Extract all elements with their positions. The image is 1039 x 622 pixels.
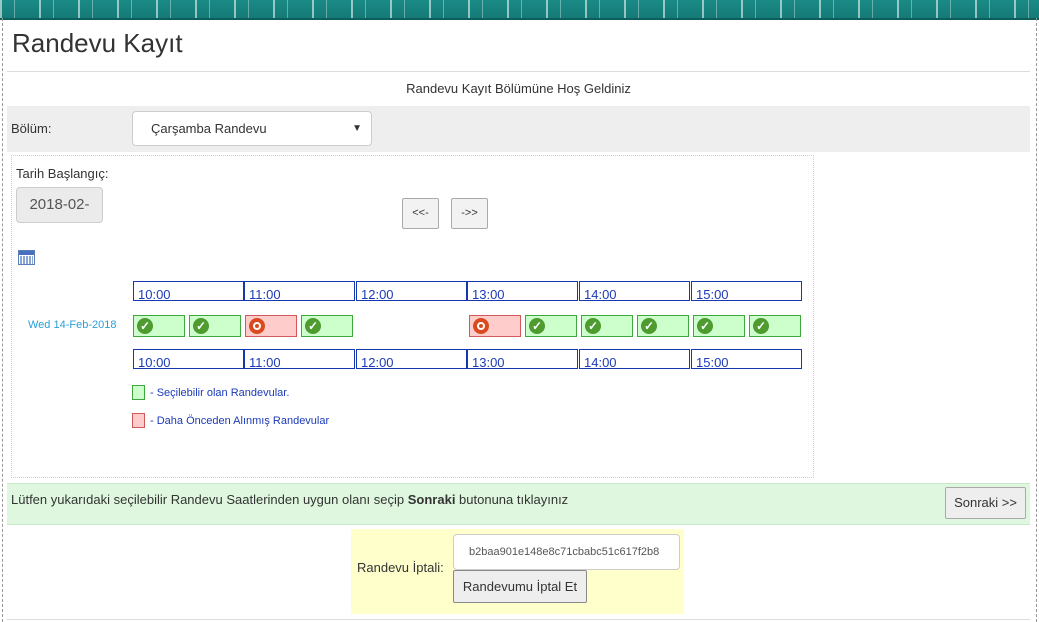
info-text: Lütfen yukarıdaki seçilebilir Randevu Sa…: [11, 492, 568, 507]
check-icon: ✓: [753, 318, 769, 334]
hour-top-1300[interactable]: 13:00: [467, 281, 578, 301]
hour-top-1000[interactable]: 10:00: [133, 281, 244, 301]
hour-bottom-1100[interactable]: 11:00: [244, 349, 355, 369]
prev-week-button[interactable]: <<-: [402, 198, 439, 229]
check-icon: ✓: [641, 318, 657, 334]
cancel-appointment-button[interactable]: Randevumu İptal Et: [453, 570, 587, 603]
slot-available[interactable]: ✓: [749, 315, 801, 337]
check-icon: ✓: [697, 318, 713, 334]
info-text-end: butonuna tıklayınız: [455, 492, 569, 507]
slot-available[interactable]: ✓: [525, 315, 577, 337]
check-icon: ✓: [137, 318, 153, 334]
info-text-start: Lütfen yukarıdaki seçilebilir Randevu Sa…: [11, 492, 408, 507]
hour-bottom-1400[interactable]: 14:00: [579, 349, 690, 369]
cancel-label: Randevu İptali:: [357, 560, 444, 575]
check-icon: ✓: [529, 318, 545, 334]
page-title: Randevu Kayıt: [12, 28, 183, 58]
blocked-icon: [249, 318, 265, 334]
next-week-button[interactable]: ->>: [451, 198, 488, 229]
hour-top-1400[interactable]: 14:00: [579, 281, 690, 301]
divider: [7, 619, 1030, 620]
blocked-icon: [473, 318, 489, 334]
check-icon: ✓: [193, 318, 209, 334]
hour-top-1100[interactable]: 11:00: [244, 281, 355, 301]
legend-taken-swatch: [132, 413, 145, 428]
hour-top-1500[interactable]: 15:00: [691, 281, 802, 301]
header-banner: [0, 0, 1039, 20]
slot-available[interactable]: ✓: [301, 315, 353, 337]
hour-bottom-1200[interactable]: 12:00: [356, 349, 467, 369]
slot-available[interactable]: ✓: [637, 315, 689, 337]
slot-available[interactable]: ✓: [189, 315, 241, 337]
calendar-icon[interactable]: [18, 250, 35, 265]
slot-taken: [245, 315, 297, 337]
department-select-value: Çarşamba Randevu: [151, 121, 267, 136]
start-date-label: Tarih Başlangıç:: [16, 166, 109, 181]
slot-taken: [469, 315, 521, 337]
legend-free-swatch: [132, 385, 145, 400]
legend-taken-label: - Daha Önceden Alınmış Randevular: [150, 415, 330, 427]
hour-top-1200[interactable]: 12:00: [356, 281, 467, 301]
slot-available[interactable]: ✓: [133, 315, 185, 337]
department-select[interactable]: Çarşamba Randevu ▼: [132, 111, 372, 146]
check-icon: ✓: [305, 318, 321, 334]
hour-bottom-1000[interactable]: 10:00: [133, 349, 244, 369]
day-label: Wed 14-Feb-2018: [28, 319, 117, 331]
check-icon: ✓: [585, 318, 601, 334]
legend-free-label: - Seçilebilir olan Randevular.: [150, 387, 290, 399]
slot-available[interactable]: ✓: [581, 315, 633, 337]
start-date-input[interactable]: 2018-02-: [16, 187, 103, 223]
hour-bottom-1300[interactable]: 13:00: [467, 349, 578, 369]
department-label: Bölüm:: [11, 121, 52, 136]
info-text-bold: Sonraki: [407, 492, 456, 507]
welcome-text: Randevu Kayıt Bölümüne Hoş Geldiniz: [406, 81, 631, 96]
slot-available[interactable]: ✓: [693, 315, 745, 337]
next-button[interactable]: Sonraki >>: [945, 487, 1026, 519]
hour-bottom-1500[interactable]: 15:00: [691, 349, 802, 369]
cancel-code-input[interactable]: b2baa901e148e8c71cbabc51c617f2b8: [453, 534, 680, 570]
chevron-down-icon: ▼: [352, 123, 362, 134]
